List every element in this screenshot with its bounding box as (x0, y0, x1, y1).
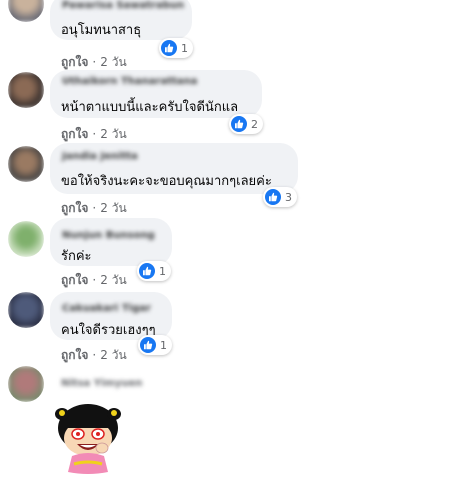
reaction-badge[interactable]: 1 (137, 261, 171, 281)
comment-bubble: Pawarisa Sawatrabun อนุโมทนาสาธุ (50, 0, 192, 40)
commenter-name[interactable]: Jandia Jenitta (62, 151, 138, 162)
reaction-count: 1 (181, 41, 188, 55)
timestamp[interactable]: 2 วัน (100, 348, 126, 362)
comment-actions: ถูกใจ · 2 วัน (61, 271, 127, 290)
timestamp[interactable]: 2 วัน (100, 273, 126, 287)
reaction-count: 1 (159, 264, 166, 278)
separator: · (92, 127, 97, 141)
like-icon (140, 337, 156, 353)
separator: · (92, 55, 97, 69)
comment-text: รักค่ะ (61, 249, 92, 264)
commenter-name[interactable]: Uthaikorn Thanarattana (62, 76, 197, 87)
like-link[interactable]: ถูกใจ (61, 273, 88, 287)
like-icon (139, 263, 155, 279)
comment-actions: ถูกใจ · 2 วัน (61, 199, 127, 218)
separator: · (92, 201, 97, 215)
avatar[interactable] (8, 221, 44, 257)
avatar[interactable] (8, 72, 44, 108)
comment-actions: ถูกใจ · 2 วัน (61, 346, 127, 365)
comment-bubble: Cakuakari Tigar คนใจดีรวยเฮงๆๆ (50, 292, 172, 340)
timestamp[interactable]: 2 วัน (100, 127, 126, 141)
commenter-name[interactable]: Nitsa Yimyuen (61, 378, 142, 389)
comment-text: หน้าตาแบบนี้และครับใจดีนักแล (61, 100, 239, 115)
comment-bubble: Uthaikorn Thanarattana หน้าตาแบบนี้และคร… (50, 70, 262, 118)
like-icon (161, 40, 177, 56)
girl-sticker[interactable] (50, 398, 126, 475)
commenter-name[interactable]: Pawarisa Sawatrabun (62, 0, 184, 11)
comment-bubble: Jandia Jenitta ขอให้จริงนะคะจะขอบคุณมากๆ… (50, 143, 298, 194)
comment-bubble: Nunjun Bunsong รักค่ะ (50, 218, 172, 266)
timestamp[interactable]: 2 วัน (100, 201, 126, 215)
avatar[interactable] (8, 292, 44, 328)
commenter-name[interactable]: Cakuakari Tigar (62, 303, 151, 314)
avatar[interactable] (8, 146, 44, 182)
reaction-badge[interactable]: 1 (159, 38, 193, 58)
comment-text: อนุโมทนาสาธุ (61, 23, 142, 38)
reaction-count: 3 (285, 190, 292, 204)
comment-text: ขอให้จริงนะคะจะขอบคุณมากๆเลยค่ะ (61, 174, 272, 189)
reaction-badge[interactable]: 3 (263, 187, 297, 207)
reaction-count: 2 (251, 117, 258, 131)
like-icon (231, 116, 247, 132)
comment-actions: ถูกใจ · 2 วัน (61, 125, 127, 144)
like-icon (265, 189, 281, 205)
timestamp[interactable]: 2 วัน (100, 55, 126, 69)
like-link[interactable]: ถูกใจ (61, 348, 88, 362)
like-link[interactable]: ถูกใจ (61, 201, 88, 215)
commenter-name[interactable]: Nunjun Bunsong (62, 230, 155, 241)
reaction-badge[interactable]: 1 (138, 335, 172, 355)
like-link[interactable]: ถูกใจ (61, 127, 88, 141)
like-link[interactable]: ถูกใจ (61, 55, 88, 69)
avatar[interactable] (8, 0, 44, 22)
separator: · (92, 348, 97, 362)
avatar[interactable] (8, 366, 44, 402)
reaction-badge[interactable]: 2 (229, 114, 263, 134)
reaction-count: 1 (160, 338, 167, 352)
separator: · (92, 273, 97, 287)
